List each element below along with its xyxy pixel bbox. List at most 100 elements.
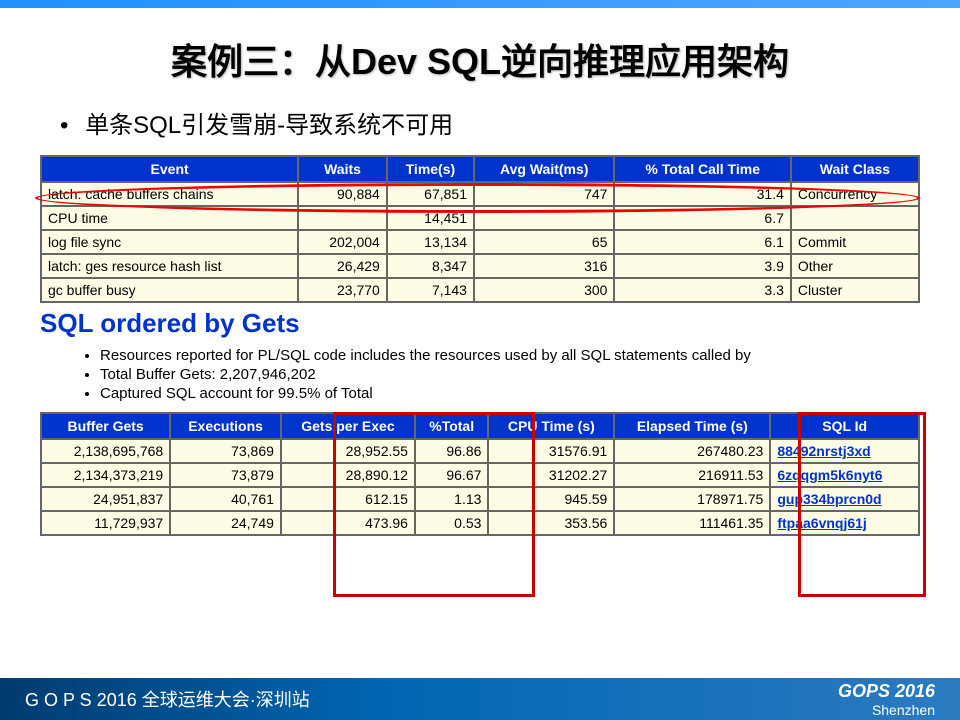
- col-header: Avg Wait(ms): [474, 156, 614, 182]
- cell: 88492nrstj3xd: [770, 439, 919, 463]
- top-accent-bar: [0, 0, 960, 8]
- sql-id-link[interactable]: ftpaa6vnqj61j: [777, 515, 866, 531]
- cell: gup334bprcn0d: [770, 487, 919, 511]
- table-row: gc buffer busy23,7707,1433003.3Cluster: [41, 278, 919, 302]
- events-table-wrap: EventWaitsTime(s)Avg Wait(ms)% Total Cal…: [40, 155, 920, 303]
- table-row: 2,134,373,21973,87928,890.1296.6731202.2…: [41, 463, 919, 487]
- col-header: Event: [41, 156, 298, 182]
- sql-table: Buffer GetsExecutionsGets per Exec%Total…: [40, 412, 920, 536]
- footer-city: Shenzhen: [838, 702, 935, 718]
- cell: 24,951,837: [41, 487, 170, 511]
- cell: 7,143: [387, 278, 474, 302]
- note-item: Total Buffer Gets: 2,207,946,202: [100, 366, 960, 383]
- col-header: CPU Time (s): [488, 413, 614, 439]
- cell: 216911.53: [614, 463, 770, 487]
- cell: 316: [474, 254, 614, 278]
- cell: log file sync: [41, 230, 298, 254]
- cell: 353.56: [488, 511, 614, 535]
- col-header: Executions: [170, 413, 281, 439]
- cell: 96.67: [415, 463, 488, 487]
- cell: 13,134: [387, 230, 474, 254]
- note-item: Captured SQL account for 99.5% of Total: [100, 385, 960, 402]
- notes-list: Resources reported for PL/SQL code inclu…: [100, 347, 960, 402]
- footer-brand: GOPS 2016: [838, 681, 935, 702]
- col-header: Waits: [298, 156, 387, 182]
- cell: Commit: [791, 230, 919, 254]
- cell: 0.53: [415, 511, 488, 535]
- slide-title: 案例三：从Dev SQL逆向推理应用架构: [0, 33, 960, 85]
- cell: 90,884: [298, 182, 387, 206]
- cell: 2,134,373,219: [41, 463, 170, 487]
- cell: 73,869: [170, 439, 281, 463]
- cell: 40,761: [170, 487, 281, 511]
- cell: 6.1: [614, 230, 790, 254]
- col-header: Gets per Exec: [281, 413, 415, 439]
- section-title: SQL ordered by Gets: [40, 308, 960, 339]
- table-row: latch: ges resource hash list26,4298,347…: [41, 254, 919, 278]
- cell: 6.7: [614, 206, 790, 230]
- table-row: 2,138,695,76873,86928,952.5596.8631576.9…: [41, 439, 919, 463]
- cell: gc buffer busy: [41, 278, 298, 302]
- cell: 23,770: [298, 278, 387, 302]
- sql-id-link[interactable]: gup334bprcn0d: [777, 491, 881, 507]
- cell: latch: cache buffers chains: [41, 182, 298, 206]
- cell: [791, 206, 919, 230]
- cell: [474, 206, 614, 230]
- table-row: latch: cache buffers chains90,88467,8517…: [41, 182, 919, 206]
- cell: 178971.75: [614, 487, 770, 511]
- sql-id-link[interactable]: 6zqqgm5k6nyt6: [777, 467, 882, 483]
- cell: 28,952.55: [281, 439, 415, 463]
- table-row: log file sync202,00413,134656.1Commit: [41, 230, 919, 254]
- cell: Other: [791, 254, 919, 278]
- cell: 65: [474, 230, 614, 254]
- cell: latch: ges resource hash list: [41, 254, 298, 278]
- cell: 747: [474, 182, 614, 206]
- sql-id-link[interactable]: 88492nrstj3xd: [777, 443, 870, 459]
- cell: 3.3: [614, 278, 790, 302]
- cell: 612.15: [281, 487, 415, 511]
- cell: 2,138,695,768: [41, 439, 170, 463]
- cell: 31202.27: [488, 463, 614, 487]
- footer-left: G O P S 2016 全球运维大会·深圳站: [25, 686, 310, 712]
- cell: 267480.23: [614, 439, 770, 463]
- cell: 14,451: [387, 206, 474, 230]
- cell: 96.86: [415, 439, 488, 463]
- cell: 473.96: [281, 511, 415, 535]
- col-header: Elapsed Time (s): [614, 413, 770, 439]
- col-header: Buffer Gets: [41, 413, 170, 439]
- cell: 8,347: [387, 254, 474, 278]
- cell: 3.9: [614, 254, 790, 278]
- cell: [298, 206, 387, 230]
- cell: 31.4: [614, 182, 790, 206]
- cell: 73,879: [170, 463, 281, 487]
- col-header: % Total Call Time: [614, 156, 790, 182]
- col-header: Time(s): [387, 156, 474, 182]
- cell: 26,429: [298, 254, 387, 278]
- cell: 300: [474, 278, 614, 302]
- cell: CPU time: [41, 206, 298, 230]
- cell: Concurrency: [791, 182, 919, 206]
- table-row: 11,729,93724,749473.960.53353.56111461.3…: [41, 511, 919, 535]
- sql-table-wrap: Buffer GetsExecutionsGets per Exec%Total…: [40, 412, 920, 536]
- cell: 11,729,937: [41, 511, 170, 535]
- note-item: Resources reported for PL/SQL code inclu…: [100, 347, 960, 364]
- cell: 111461.35: [614, 511, 770, 535]
- cell: 1.13: [415, 487, 488, 511]
- cell: 945.59: [488, 487, 614, 511]
- table-row: 24,951,83740,761612.151.13945.59178971.7…: [41, 487, 919, 511]
- cell: 24,749: [170, 511, 281, 535]
- cell: 31576.91: [488, 439, 614, 463]
- cell: 28,890.12: [281, 463, 415, 487]
- events-table: EventWaitsTime(s)Avg Wait(ms)% Total Cal…: [40, 155, 920, 303]
- cell: 202,004: [298, 230, 387, 254]
- cell: 67,851: [387, 182, 474, 206]
- cell: ftpaa6vnqj61j: [770, 511, 919, 535]
- cell: Cluster: [791, 278, 919, 302]
- col-header: Wait Class: [791, 156, 919, 182]
- table-row: CPU time 14,451 6.7: [41, 206, 919, 230]
- footer-right: GOPS 2016 Shenzhen: [838, 681, 935, 718]
- col-header: %Total: [415, 413, 488, 439]
- col-header: SQL Id: [770, 413, 919, 439]
- footer-bar: G O P S 2016 全球运维大会·深圳站 GOPS 2016 Shenzh…: [0, 678, 960, 720]
- bullet-text: 单条SQL引发雪崩-导致系统不可用: [60, 105, 960, 140]
